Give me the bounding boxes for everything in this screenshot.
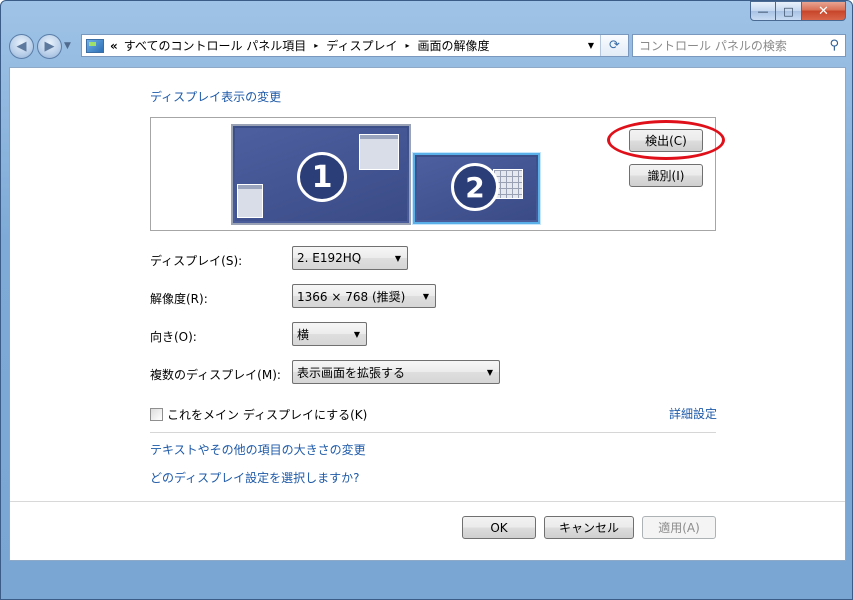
multiple-displays-select-value: 表示画面を拡張する — [297, 365, 406, 380]
forward-button[interactable]: ▶ — [37, 33, 62, 59]
monitor-number-badge: 2 — [451, 163, 499, 211]
breadcrumb-all-items[interactable]: すべてのコントロール パネル項目 — [124, 37, 307, 54]
caption-buttons: — □ ✕ — [750, 1, 846, 21]
close-button[interactable]: ✕ — [802, 1, 846, 21]
search-input[interactable]: コントロール パネルの検索 — [639, 37, 787, 54]
chevron-down-icon: ▼ — [353, 330, 360, 339]
recent-pages-dropdown[interactable]: ▼ — [64, 41, 71, 51]
display-select[interactable]: 2. E192HQ ▼ — [292, 246, 408, 270]
forward-arrow-icon: ▶ — [44, 38, 55, 54]
divider — [150, 432, 716, 433]
maximize-button[interactable]: □ — [776, 1, 802, 21]
search-icon[interactable]: ⚲ — [829, 38, 839, 53]
breadcrumb-resolution[interactable]: 画面の解像度 — [417, 37, 489, 54]
breadcrumb-overflow[interactable]: « — [110, 39, 118, 53]
monitor-number-badge: 1 — [297, 152, 347, 202]
orientation-label: 向き(O): — [150, 330, 197, 344]
apply-button[interactable]: 適用(A) — [642, 516, 716, 539]
cancel-button[interactable]: キャンセル — [544, 516, 634, 539]
orientation-select[interactable]: 横 ▼ — [292, 322, 367, 346]
resolution-select[interactable]: 1366 × 768 (推奨) ▼ — [292, 284, 436, 308]
advanced-settings-link[interactable]: 詳細設定 — [669, 405, 717, 422]
display-label: ディスプレイ(S): — [150, 254, 243, 268]
monitor-1[interactable]: 1 — [231, 124, 411, 225]
display-settings-help-link[interactable]: どのディスプレイ設定を選択しますか? — [150, 469, 360, 486]
chevron-down-icon: ▼ — [486, 368, 493, 377]
navigation-bar: ◀ ▶ ▼ « すべてのコントロール パネル項目 ▸ ディスプレイ ▸ 画面の解… — [9, 31, 846, 61]
breadcrumb-separator[interactable]: ▸ — [314, 41, 318, 50]
resolution-label: 解像度(R): — [150, 292, 208, 306]
minimize-button[interactable]: — — [750, 1, 776, 21]
main-display-checkbox[interactable] — [150, 408, 163, 421]
multiple-displays-label: 複数のディスプレイ(M): — [150, 368, 281, 382]
monitor-2[interactable]: 2 — [413, 153, 540, 224]
refresh-icon[interactable]: ⟳ — [600, 35, 628, 56]
text-size-link[interactable]: テキストやその他の項目の大きさの変更 — [150, 441, 366, 458]
search-box[interactable]: コントロール パネルの検索 ⚲ — [632, 34, 846, 57]
breadcrumb-display[interactable]: ディスプレイ — [326, 37, 397, 54]
control-panel-icon — [86, 38, 104, 53]
back-button[interactable]: ◀ — [9, 33, 34, 59]
ok-button[interactable]: OK — [462, 516, 536, 539]
display-select-value: 2. E192HQ — [297, 251, 362, 265]
breadcrumb-separator[interactable]: ▸ — [405, 41, 409, 50]
address-dropdown-icon[interactable]: ▼ — [584, 35, 598, 56]
footer-divider — [10, 501, 845, 502]
main-display-checkbox-label[interactable]: これをメイン ディスプレイにする(K) — [167, 406, 367, 423]
chevron-down-icon: ▼ — [394, 254, 401, 263]
main-display-checkbox-row[interactable]: これをメイン ディスプレイにする(K) — [150, 406, 367, 423]
content-pane: ディスプレイ表示の変更 1 2 検出(C) 識別(I) ディスプレイ(S): 2… — [9, 67, 846, 561]
section-title: ディスプレイ表示の変更 — [150, 90, 282, 104]
back-arrow-icon: ◀ — [16, 38, 27, 54]
multiple-displays-select[interactable]: 表示画面を拡張する ▼ — [292, 360, 500, 384]
chevron-down-icon: ▼ — [422, 292, 429, 301]
orientation-select-value: 横 — [297, 327, 310, 342]
detect-button[interactable]: 検出(C) — [629, 129, 703, 152]
identify-button[interactable]: 識別(I) — [629, 164, 703, 187]
address-bar[interactable]: « すべてのコントロール パネル項目 ▸ ディスプレイ ▸ 画面の解像度 ▼ ⟳ — [81, 34, 629, 57]
window-thumbnail-icon — [359, 134, 399, 170]
window-thumbnail-icon — [237, 184, 263, 218]
control-panel-window: — □ ✕ ◀ ▶ ▼ « すべてのコントロール パネル項目 ▸ ディスプレイ … — [0, 0, 853, 600]
resolution-select-value: 1366 × 768 (推奨) — [297, 289, 406, 304]
